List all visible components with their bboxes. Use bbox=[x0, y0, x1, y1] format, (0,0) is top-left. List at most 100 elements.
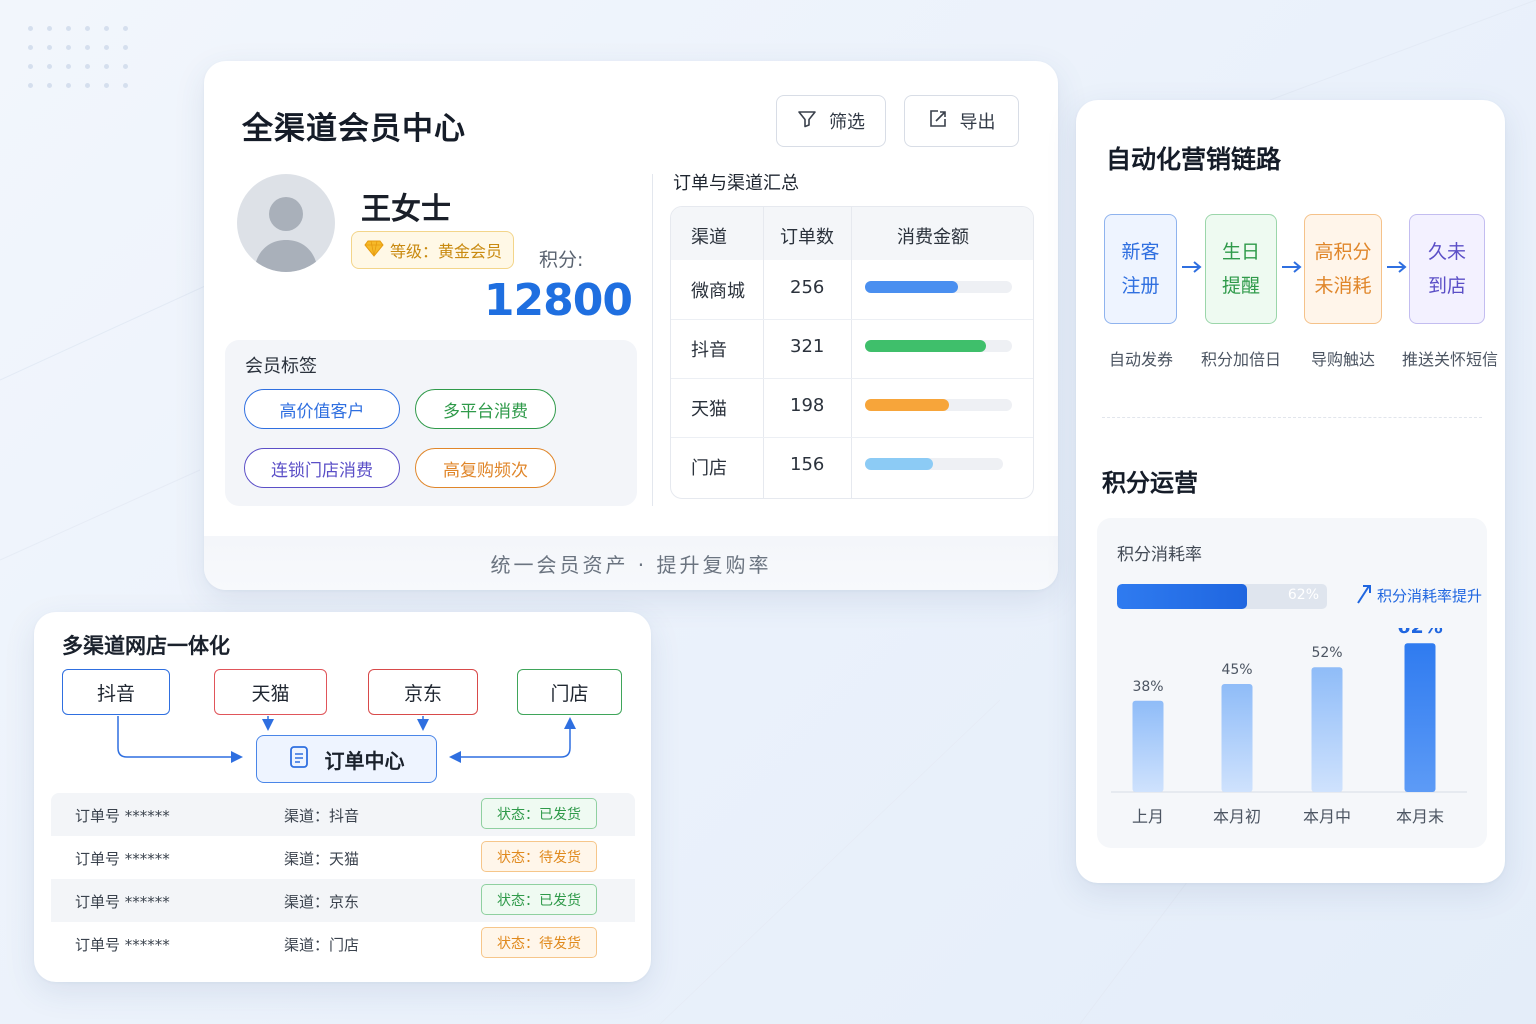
order-row[interactable]: 订单号 ****** 渠道：天猫 状态：待发货 bbox=[51, 836, 635, 879]
amount-bar bbox=[865, 399, 1012, 411]
order-center-node[interactable]: 订单中心 bbox=[256, 735, 437, 783]
rate-note: 积分消耗率提升 bbox=[1355, 582, 1482, 608]
filter-button[interactable]: 筛选 bbox=[776, 95, 886, 147]
orders-cell: 256 bbox=[790, 277, 825, 298]
flow-step-caption: 推送关怀短信 bbox=[1402, 350, 1499, 369]
status-badge: 状态：已发货 bbox=[481, 884, 597, 915]
amount-bar bbox=[865, 340, 1012, 352]
points-panel: 积分消耗率 62% 积分消耗率提升 38% 上月 45% 本月初 52% 本月中 62% 本月… bbox=[1097, 518, 1487, 848]
order-row[interactable]: 订单号 ****** 渠道：抖音 状态：已发货 bbox=[51, 793, 635, 836]
member-level-text: 等级：黄金会员 bbox=[390, 242, 503, 261]
chart-tick-label: 上月 bbox=[1132, 807, 1164, 826]
arrow-right-icon bbox=[1282, 261, 1302, 273]
multi-channel-card: 多渠道网店一体化 抖音 天猫 京东 门店 订单中心 订单号 ****** 渠道：抖… bbox=[34, 612, 651, 982]
flow-step-text: 到店 bbox=[1427, 275, 1466, 297]
divider bbox=[652, 174, 653, 506]
flow-step[interactable]: 久未 到店 bbox=[1409, 214, 1485, 324]
chart-data-label: 52% bbox=[1311, 645, 1342, 661]
order-channel: 渠道：抖音 bbox=[284, 807, 360, 825]
order-channel: 渠道：京东 bbox=[284, 893, 360, 911]
status-badge: 状态：已发货 bbox=[481, 798, 597, 829]
header-channel: 渠道 bbox=[691, 227, 727, 248]
trend-up-icon bbox=[1355, 582, 1373, 608]
filter-label: 筛选 bbox=[829, 112, 865, 133]
chart-tick-label: 本月初 bbox=[1213, 807, 1261, 826]
document-icon bbox=[289, 745, 309, 774]
arrow-right-icon bbox=[1182, 261, 1202, 273]
arrow-right-icon bbox=[1387, 261, 1407, 273]
filter-icon bbox=[797, 109, 817, 134]
summary-title: 订单与渠道汇总 bbox=[673, 173, 799, 194]
tag-chain-store[interactable]: 连锁门店消费 bbox=[244, 448, 400, 488]
automation-title: 自动化营销链路 bbox=[1106, 145, 1282, 174]
diamond-icon bbox=[364, 239, 384, 261]
rate-note-text: 积分消耗率提升 bbox=[1377, 586, 1483, 605]
order-channel: 渠道：门店 bbox=[284, 936, 360, 954]
tag-high-value-customer[interactable]: 高价值客户 bbox=[244, 389, 400, 429]
status-badge: 状态：待发货 bbox=[481, 927, 597, 958]
row-divider bbox=[671, 319, 1033, 320]
member-name: 王女士 bbox=[361, 192, 451, 227]
chart-data-label: 38% bbox=[1132, 679, 1163, 695]
points-value: 12800 bbox=[483, 275, 633, 326]
points-label: 积分: bbox=[539, 249, 584, 271]
order-channel: 渠道：天猫 bbox=[284, 850, 360, 868]
order-center-label: 订单中心 bbox=[324, 748, 405, 773]
chart-data-label: 45% bbox=[1221, 662, 1252, 678]
order-number: 订单号 ****** bbox=[75, 807, 170, 825]
dashed-divider bbox=[1102, 417, 1482, 418]
points-ops-title: 积分运营 bbox=[1102, 469, 1198, 497]
chart-tick-label: 本月末 bbox=[1396, 807, 1444, 826]
flow-step-caption: 自动发券 bbox=[1108, 350, 1173, 369]
header-amount: 消费金额 bbox=[897, 227, 969, 248]
export-button[interactable]: 导出 bbox=[904, 95, 1019, 147]
amount-bar-fill bbox=[865, 340, 986, 352]
orders-cell: 198 bbox=[790, 395, 825, 416]
channel-cell: 天猫 bbox=[691, 399, 727, 420]
flow-step[interactable]: 生日 提醒 bbox=[1205, 214, 1277, 324]
flow-step-text: 新客 bbox=[1121, 241, 1160, 263]
chart-bar bbox=[1221, 684, 1253, 792]
chart-bar bbox=[1404, 643, 1436, 792]
flow-step[interactable]: 高积分 未消耗 bbox=[1304, 214, 1382, 324]
member-center-card: 全渠道会员中心 筛选 导出 王女士 等级：黄金会员 积分: 12800 会员标签… bbox=[204, 61, 1058, 590]
channel-douyin[interactable]: 抖音 bbox=[62, 669, 170, 715]
flow-step-text: 高积分 bbox=[1314, 241, 1372, 263]
amount-bar-fill bbox=[865, 281, 958, 293]
user-icon bbox=[254, 197, 318, 272]
chart-bar bbox=[1132, 700, 1164, 792]
order-number: 订单号 ****** bbox=[75, 936, 170, 954]
flow-step-caption: 导购触达 bbox=[1310, 350, 1375, 369]
tag-multi-platform[interactable]: 多平台消费 bbox=[415, 389, 556, 429]
rate-progress-text: 62% bbox=[1287, 587, 1319, 603]
channel-tmall[interactable]: 天猫 bbox=[214, 669, 327, 715]
tag-high-repurchase[interactable]: 高复购频次 bbox=[415, 448, 556, 488]
flow-step-text: 未消耗 bbox=[1314, 275, 1372, 297]
avatar bbox=[237, 174, 335, 272]
order-row[interactable]: 订单号 ****** 渠道：门店 状态：待发货 bbox=[51, 922, 635, 965]
export-label: 导出 bbox=[959, 112, 996, 133]
amount-bar bbox=[865, 281, 1012, 293]
flow-step[interactable]: 新客 注册 bbox=[1104, 214, 1177, 324]
decorative-dots bbox=[28, 26, 142, 102]
rate-bar-chart: 38% 上月 45% 本月初 52% 本月中 62% 本月末 bbox=[1111, 628, 1467, 826]
orders-cell: 321 bbox=[790, 336, 825, 357]
order-number: 订单号 ****** bbox=[75, 893, 170, 911]
column-divider bbox=[851, 207, 852, 498]
rate-progress-bar: 62% bbox=[1117, 584, 1327, 609]
flow-step-text: 提醒 bbox=[1221, 275, 1260, 297]
flow-step-text: 久未 bbox=[1427, 241, 1466, 263]
row-divider bbox=[671, 437, 1033, 438]
channel-jd[interactable]: 京东 bbox=[368, 669, 478, 715]
flow-step-caption: 积分加倍日 bbox=[1200, 350, 1281, 369]
chart-bar bbox=[1311, 667, 1343, 792]
export-icon bbox=[928, 109, 948, 134]
amount-bar-fill bbox=[865, 458, 933, 470]
amount-bar bbox=[865, 458, 1003, 470]
member-level-badge: 等级：黄金会员 bbox=[351, 231, 514, 269]
page-title: 全渠道会员中心 bbox=[242, 111, 466, 147]
order-row[interactable]: 订单号 ****** 渠道：京东 状态：已发货 bbox=[51, 879, 635, 922]
channel-store[interactable]: 门店 bbox=[517, 669, 622, 715]
rate-progress-fill bbox=[1117, 584, 1248, 609]
flow-step-text: 注册 bbox=[1121, 275, 1160, 297]
